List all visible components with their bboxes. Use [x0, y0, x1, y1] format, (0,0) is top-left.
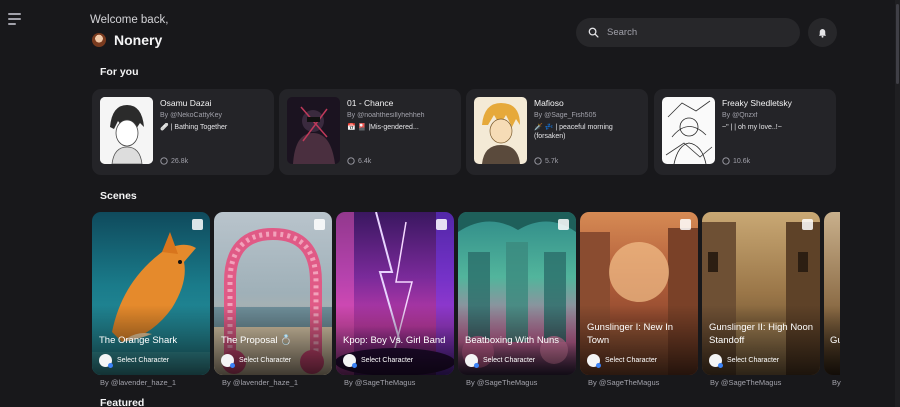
character-name: Mafioso	[534, 98, 564, 108]
chat-count-value: 10.6k	[733, 157, 751, 165]
character-description: 🗡️ 💤 | peaceful morning (forsaken)	[534, 124, 613, 140]
character-description: 📅 🎴 |Mis-gendered...	[347, 124, 419, 131]
avatar	[99, 354, 113, 368]
scene-card[interactable]: The Orange Shark Select Character	[92, 212, 210, 375]
select-character-label: Select Character	[361, 357, 414, 364]
scene-card[interactable]: Gu Ca	[824, 212, 840, 375]
character-card[interactable]: 01 - Chance By @noahthesillyhehheh 📅 🎴 |…	[279, 89, 461, 175]
avatar	[343, 354, 357, 368]
scene-card[interactable]: The Proposal 💍 Select Character	[214, 212, 332, 375]
search-input[interactable]	[607, 27, 787, 38]
character-name: 01 - Chance	[347, 98, 394, 108]
scene-author[interactable]: By @lavender_haze_1	[222, 378, 298, 387]
scene-author[interactable]: By @SageTheMagus	[344, 378, 415, 387]
character-thumbnail	[287, 97, 340, 164]
scene-title: Beatboxing With Nuns	[465, 335, 559, 346]
character-name: Osamu Dazai	[160, 98, 212, 108]
scene-title: Gunslinger I: New In Town	[587, 322, 674, 346]
select-character-button[interactable]: Select Character	[99, 354, 170, 368]
character-thumbnail	[100, 97, 153, 164]
select-character-button[interactable]: Select Character	[343, 354, 414, 368]
avatar	[465, 354, 479, 368]
scene-author[interactable]: By	[832, 378, 841, 387]
chat-count: 5.7k	[534, 157, 558, 165]
section-title-featured: Featured	[100, 397, 145, 407]
scene-title: Gu Ca	[830, 335, 840, 346]
avatar	[587, 354, 601, 368]
select-character-label: Select Character	[117, 357, 170, 364]
scene-card[interactable]: Gunslinger I: New In Town Select Charact…	[580, 212, 698, 375]
scene-title: Kpop: Boy Vs. Girl Band	[343, 335, 446, 346]
scene-title: Gunslinger II: High Noon Standoff	[709, 322, 814, 346]
bookmark-icon	[558, 219, 569, 230]
chat-bubble-icon	[347, 157, 355, 165]
select-character-button[interactable]: Select Character	[709, 354, 780, 368]
menu-icon[interactable]	[8, 13, 26, 31]
section-title-scenes: Scenes	[100, 190, 137, 202]
chat-bubble-icon	[722, 157, 730, 165]
notification-button[interactable]	[808, 18, 837, 47]
bell-icon	[819, 29, 826, 38]
search-bar[interactable]	[576, 18, 800, 47]
character-description: ~" | | oh my love..!~	[722, 124, 782, 131]
character-author[interactable]: By @noahthesillyhehheh	[347, 112, 453, 119]
bookmark-icon	[802, 219, 813, 230]
chat-bubble-icon	[160, 157, 168, 165]
scene-author[interactable]: By @lavender_haze_1	[100, 378, 176, 387]
chat-count: 26.8k	[160, 157, 188, 165]
scene-author[interactable]: By @SageTheMagus	[710, 378, 781, 387]
bookmark-icon	[314, 219, 325, 230]
welcome-text: Welcome back,	[90, 14, 169, 26]
character-card[interactable]: Osamu Dazai By @NekoCattyKey 🩹 | Bathing…	[92, 89, 274, 175]
search-icon	[588, 27, 599, 38]
scene-title: The Orange Shark	[99, 335, 178, 346]
scene-author[interactable]: By @SageTheMagus	[466, 378, 537, 387]
select-character-label: Select Character	[605, 357, 658, 364]
scene-title: The Proposal 💍	[221, 335, 292, 346]
user-row[interactable]: Nonery	[92, 32, 162, 48]
bookmark-icon	[192, 219, 203, 230]
select-character-label: Select Character	[727, 357, 780, 364]
character-card[interactable]: Freaky Shedletsky By @Qnzxf ~" | | oh my…	[654, 89, 836, 175]
chat-count: 6.4k	[347, 157, 371, 165]
bookmark-icon	[680, 219, 691, 230]
character-author[interactable]: By @NekoCattyKey	[160, 112, 266, 119]
chat-count: 10.6k	[722, 157, 750, 165]
avatar	[709, 354, 723, 368]
avatar[interactable]	[92, 33, 106, 47]
character-author[interactable]: By @Qnzxf	[722, 112, 828, 119]
character-name: Freaky Shedletsky	[722, 98, 792, 108]
chat-count-value: 6.4k	[358, 157, 372, 165]
scene-card[interactable]: Gunslinger II: High Noon Standoff Select…	[702, 212, 820, 375]
select-character-button[interactable]: Select Character	[465, 354, 536, 368]
character-description: 🩹 | Bathing Together	[160, 124, 228, 131]
character-card[interactable]: Mafioso By @Sage_Fish505 🗡️ 💤 | peaceful…	[466, 89, 648, 175]
section-title-for-you: For you	[100, 66, 139, 78]
scene-card[interactable]: Beatboxing With Nuns Select Character	[458, 212, 576, 375]
chat-bubble-icon	[534, 157, 542, 165]
select-character-button[interactable]: Select Character	[587, 354, 658, 368]
scene-card[interactable]: Kpop: Boy Vs. Girl Band Select Character	[336, 212, 454, 375]
character-thumbnail	[662, 97, 715, 164]
select-character-label: Select Character	[483, 357, 536, 364]
username: Nonery	[114, 32, 163, 48]
character-author[interactable]: By @Sage_Fish505	[534, 112, 640, 119]
scrollbar[interactable]	[895, 0, 900, 407]
select-character-button[interactable]: Select Character	[221, 354, 292, 368]
scene-author[interactable]: By @SageTheMagus	[588, 378, 659, 387]
avatar	[221, 354, 235, 368]
select-character-label: Select Character	[239, 357, 292, 364]
bookmark-icon	[436, 219, 447, 230]
chat-count-value: 26.8k	[171, 157, 189, 165]
chat-count-value: 5.7k	[545, 157, 559, 165]
character-thumbnail	[474, 97, 527, 164]
